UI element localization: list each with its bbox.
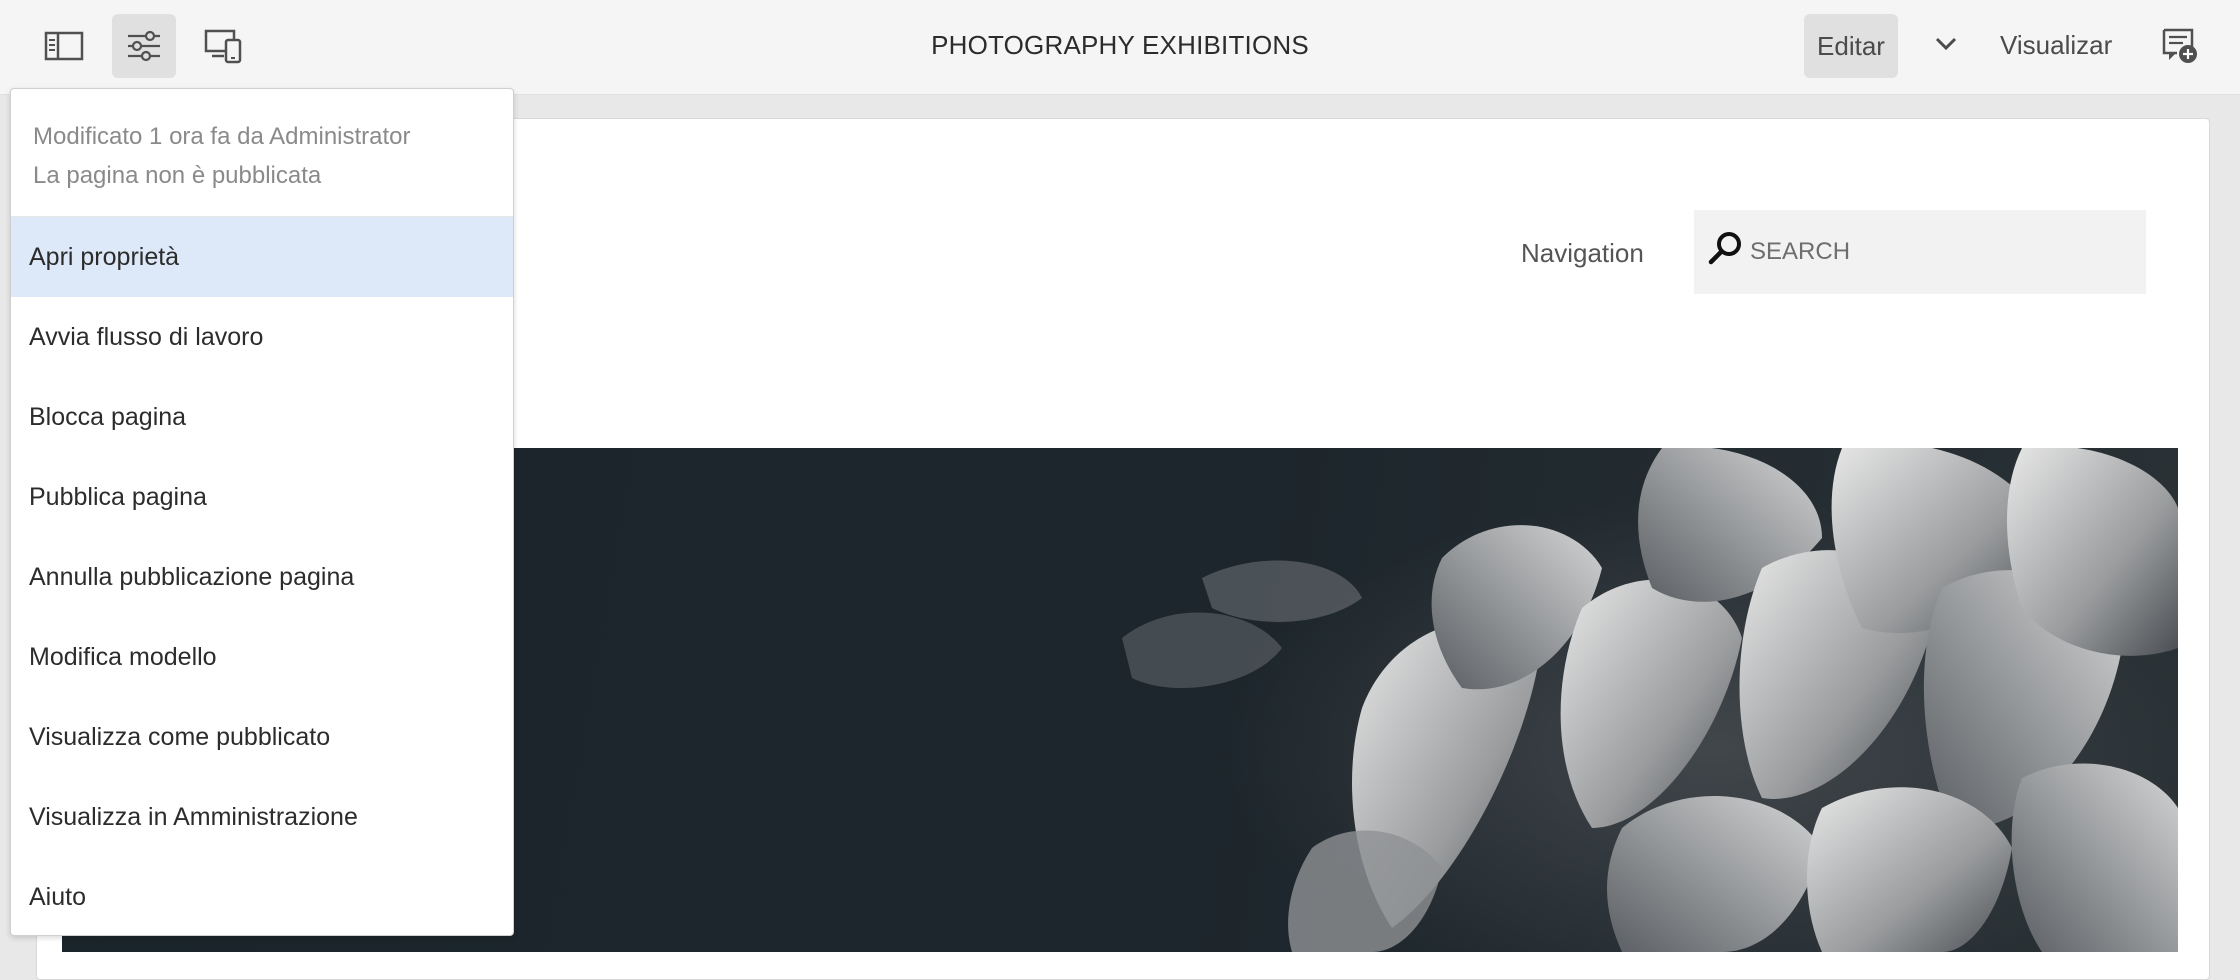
page-status-info: Modificato 1 ora fa da Administrator La … — [11, 89, 513, 217]
search-input[interactable] — [1750, 230, 2130, 274]
preview-button[interactable]: Visualizar — [2000, 30, 2112, 61]
page-information-menu: Modificato 1 ora fa da Administrator La … — [10, 88, 514, 936]
menu-item-start-workflow[interactable]: Avvia flusso di lavoro — [11, 297, 513, 377]
menu-item-view-in-admin[interactable]: Visualizza in Amministrazione — [11, 777, 513, 857]
menu-item-unpublish-page[interactable]: Annulla pubblicazione pagina — [11, 537, 513, 617]
menu-item-view-as-published[interactable]: Visualizza come pubblicato — [11, 697, 513, 777]
menu-item-lock-page[interactable]: Blocca pagina — [11, 377, 513, 457]
site-search[interactable] — [1694, 210, 2146, 294]
page-title: PHOTOGRAPHY EXHIBITIONS — [931, 30, 1309, 60]
menu-item-edit-template[interactable]: Modifica modello — [11, 617, 513, 697]
search-icon — [1708, 230, 1744, 271]
menu-item-publish-page[interactable]: Pubblica pagina — [11, 457, 513, 537]
chevron-down-icon — [1934, 36, 1958, 57]
menu-item-open-properties[interactable]: Apri proprietà — [11, 217, 513, 297]
publish-status: La pagina non è pubblicata — [33, 162, 322, 189]
edit-mode-button[interactable]: Editar — [1804, 14, 1898, 78]
annotate-icon — [2161, 27, 2199, 70]
modified-info: Modificato 1 ora fa da Administrator — [33, 123, 411, 150]
editor-toolbar: PHOTOGRAPHY EXHIBITIONS Editar Visualiza… — [0, 0, 2240, 95]
mode-dropdown-button[interactable] — [1914, 14, 1978, 78]
annotate-button[interactable] — [2150, 20, 2210, 76]
menu-item-help[interactable]: Aiuto — [11, 857, 513, 935]
site-navigation[interactable]: Navigation — [1521, 238, 1644, 269]
